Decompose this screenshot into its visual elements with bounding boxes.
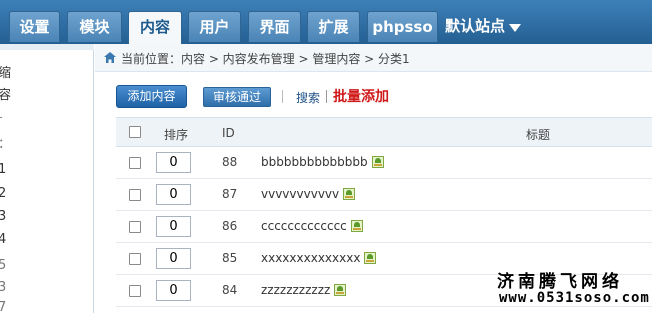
sidebar-item[interactable]: 缩	[0, 66, 11, 82]
table-row: 0 87 vvvvvvvvvvv	[116, 179, 652, 211]
row-id: 88	[222, 155, 238, 169]
watermark-name: 济南腾飞网络	[497, 272, 623, 292]
home-icon	[104, 52, 116, 63]
row-title-text[interactable]: zzzzzzzzzzz	[261, 283, 330, 297]
tab-modules[interactable]: 模块	[67, 11, 122, 42]
order-input[interactable]: 0	[156, 248, 191, 269]
row-id: 85	[222, 251, 238, 265]
tab-settings[interactable]: 设置	[9, 11, 60, 42]
breadcrumb-text: 当前位置：内容 > 内容发布管理 > 管理内容 > 分类1	[121, 52, 410, 66]
image-icon	[343, 188, 356, 200]
image-icon	[364, 252, 377, 264]
sidebar-item[interactable]: 5	[0, 258, 6, 274]
row-id: 86	[222, 219, 238, 233]
row-title[interactable]: xxxxxxxxxxxxxx	[261, 251, 377, 265]
tab-phpsso[interactable]: phpsso	[367, 11, 438, 42]
toolbar-divider	[326, 90, 327, 103]
table-row: 0 86 ccccccccccccc	[116, 211, 652, 243]
sidebar-item[interactable]: 4	[0, 232, 6, 248]
row-checkbox[interactable]	[129, 285, 141, 297]
sidebar-item[interactable]: 1	[0, 162, 6, 178]
sidebar-item[interactable]: 3	[0, 209, 6, 225]
row-checkbox[interactable]	[129, 221, 141, 233]
tab-users[interactable]: 用户	[188, 11, 241, 42]
row-title-text[interactable]: vvvvvvvvvvv	[261, 187, 339, 201]
site-selector[interactable]: 默认站点	[445, 11, 522, 42]
watermark-url: www.0531soso.com	[499, 290, 650, 306]
batch-add-link[interactable]: 批量添加	[333, 86, 389, 106]
image-icon	[371, 156, 384, 168]
order-input[interactable]: 0	[156, 280, 191, 301]
header-title[interactable]: 标题	[526, 126, 550, 143]
order-input[interactable]: 0	[156, 184, 191, 205]
toolbar-divider	[282, 90, 283, 103]
image-icon	[350, 220, 363, 232]
tab-interface[interactable]: 界面	[248, 11, 301, 42]
sidebar-item[interactable]: 容	[0, 88, 11, 104]
row-title[interactable]: zzzzzzzzzzz	[261, 283, 347, 297]
image-icon	[334, 284, 347, 296]
row-title[interactable]: bbbbbbbbbbbbbb	[261, 155, 384, 169]
sidebar-item[interactable]: 7	[0, 300, 6, 313]
order-input[interactable]: 0	[156, 216, 191, 237]
sidebar-item[interactable]: 3	[0, 280, 6, 296]
row-title[interactable]: ccccccccccccc	[261, 219, 363, 233]
row-title-text[interactable]: xxxxxxxxxxxxxx	[261, 251, 360, 265]
table-row: 0 88 bbbbbbbbbbbbbb	[116, 147, 652, 179]
row-checkbox[interactable]	[129, 157, 141, 169]
tab-content[interactable]: 内容	[128, 11, 182, 44]
table-header: 排序 ID 标题	[116, 117, 652, 147]
add-content-button[interactable]: 添加内容	[116, 85, 187, 108]
sidebar-item[interactable]: -	[0, 110, 3, 126]
tab-extensions[interactable]: 扩展	[307, 11, 360, 42]
breadcrumb: 当前位置：内容 > 内容发布管理 > 管理内容 > 分类1	[95, 44, 652, 72]
row-id: 84	[222, 283, 238, 297]
site-selector-label: 默认站点	[445, 17, 506, 35]
header-id[interactable]: ID	[222, 126, 235, 140]
row-title[interactable]: vvvvvvvvvvv	[261, 187, 356, 201]
header-order[interactable]: 排序	[164, 126, 188, 143]
sidebar-item[interactable]: 2	[0, 186, 6, 202]
sidebar	[0, 44, 94, 313]
sidebar-item[interactable]: ：	[0, 137, 11, 153]
select-all-checkbox[interactable]	[129, 126, 141, 138]
row-title-text[interactable]: ccccccccccccc	[261, 219, 347, 233]
row-title-text[interactable]: bbbbbbbbbbbbbb	[261, 155, 368, 169]
search-link[interactable]: 搜索	[296, 89, 320, 106]
row-checkbox[interactable]	[129, 253, 141, 265]
approve-button[interactable]: 审核通过	[203, 87, 271, 107]
chevron-down-icon	[509, 23, 522, 32]
row-checkbox[interactable]	[129, 189, 141, 201]
row-id: 87	[222, 187, 238, 201]
order-input[interactable]: 0	[156, 152, 191, 173]
sidebar-header	[0, 44, 94, 50]
